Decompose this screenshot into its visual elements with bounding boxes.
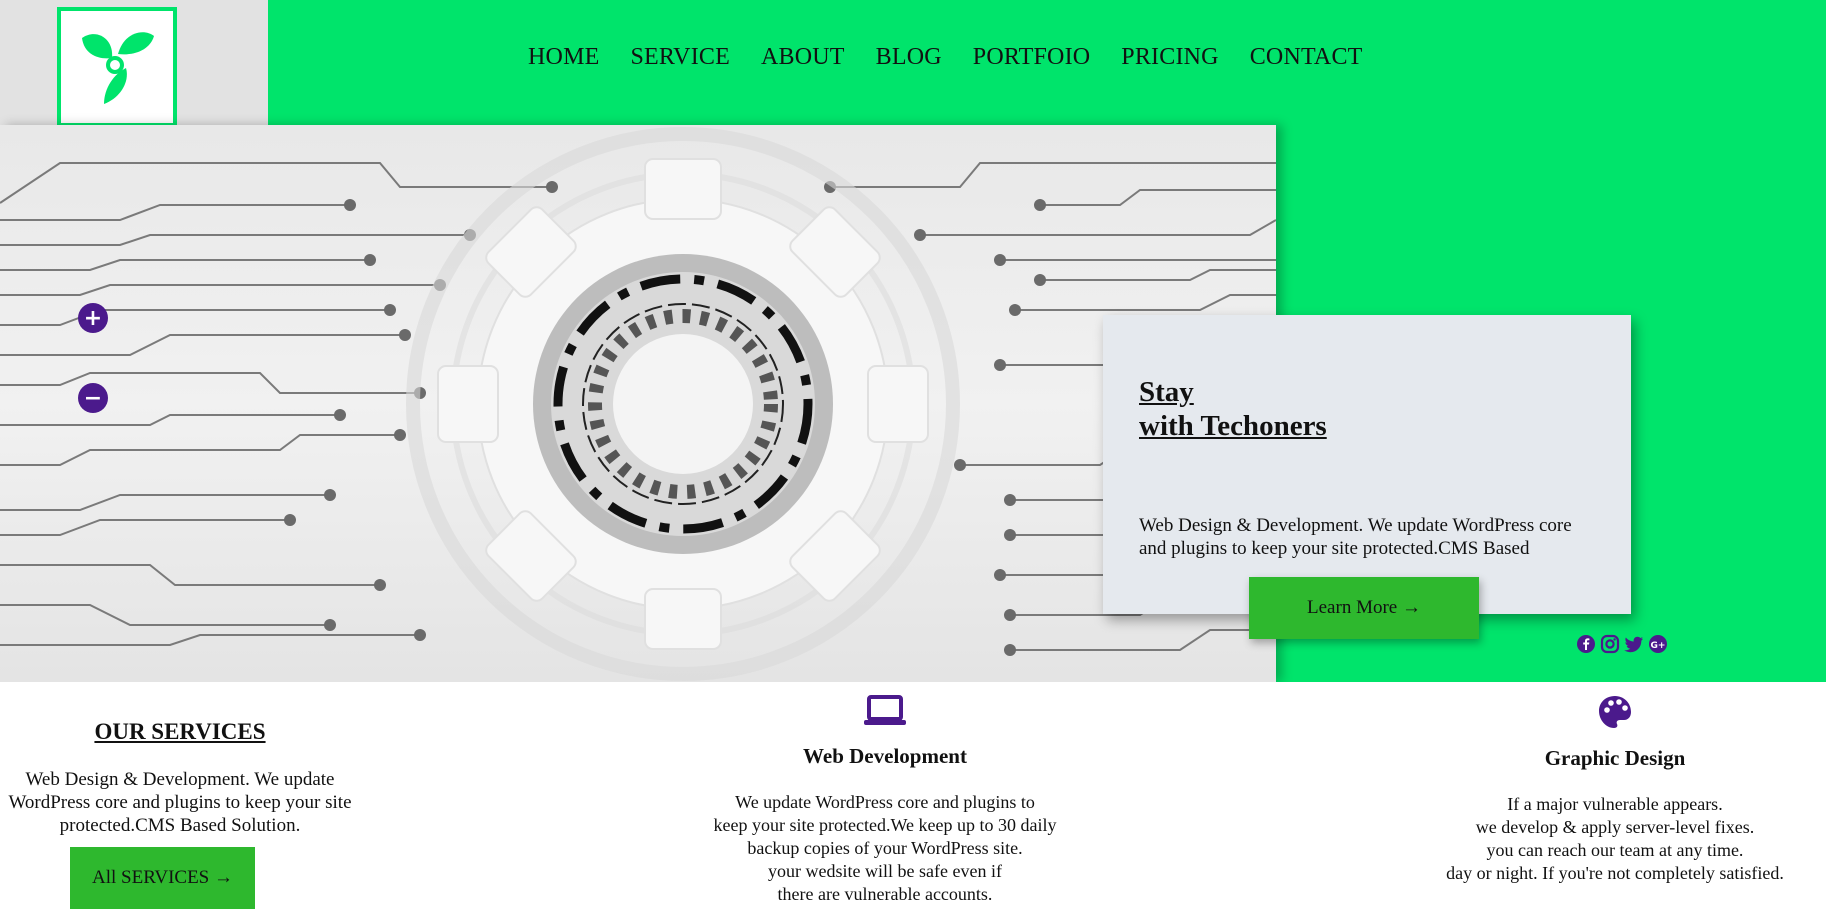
- services-heading: OUR SERVICES: [94, 719, 266, 744]
- leaf-logo-icon: [82, 32, 154, 104]
- nav-portfolio[interactable]: PORTFOIO: [973, 44, 1091, 71]
- hero-card: Stay with Techoners Web Design & Develop…: [1103, 315, 1631, 614]
- service-line: If a major vulnerable appears.: [1507, 794, 1723, 814]
- site-logo[interactable]: [57, 7, 177, 127]
- services-intro: Web Design & Development. We update Word…: [8, 769, 352, 836]
- service-web-development: Web Development We update WordPress core…: [660, 694, 1110, 906]
- twitter-icon[interactable]: [1624, 634, 1644, 654]
- service-line: We update WordPress core and plugins to: [735, 792, 1035, 812]
- instagram-icon[interactable]: [1600, 634, 1620, 654]
- hero-title: Stay with Techoners: [1139, 375, 1595, 443]
- service-line: there are vulnerable accounts.: [777, 884, 993, 904]
- service-line: you can reach our team at any time.: [1486, 840, 1744, 860]
- nav-contact[interactable]: CONTACT: [1250, 44, 1363, 71]
- facebook-icon[interactable]: [1576, 634, 1596, 654]
- zoom-out-button[interactable]: −: [78, 383, 108, 413]
- zoom-in-button[interactable]: +: [78, 303, 108, 333]
- services-section: OUR SERVICES Web Design & Development. W…: [0, 682, 1816, 922]
- nav-about[interactable]: ABOUT: [761, 44, 845, 71]
- service-title: Web Development: [803, 744, 967, 768]
- svg-text:G+: G+: [1651, 641, 1666, 651]
- nav-service[interactable]: SERVICE: [630, 44, 730, 71]
- google-plus-icon[interactable]: G+: [1648, 634, 1668, 654]
- hero-title-line2: with Techoners: [1139, 410, 1327, 442]
- all-services-button[interactable]: All SERVICES →: [70, 847, 255, 909]
- nav-pricing[interactable]: PRICING: [1121, 44, 1218, 71]
- service-line: we develop & apply server-level fixes.: [1475, 817, 1755, 837]
- service-line: backup copies of your WordPress site.: [747, 838, 1023, 858]
- laptop-icon: [864, 695, 906, 725]
- service-title: Graphic Design: [1544, 746, 1686, 770]
- circuit-gear-illustration: [0, 127, 1276, 681]
- social-links: G+: [1576, 634, 1668, 654]
- hero-card-text: Web Design & Development. We update Word…: [1139, 515, 1572, 559]
- palette-icon: [1599, 696, 1631, 728]
- service-line: your wedsite will be safe even if: [768, 861, 1002, 881]
- hero-title-line1: Stay: [1139, 376, 1194, 408]
- service-graphic-design: Graphic Design If a major vulnerable app…: [1410, 694, 1820, 885]
- learn-more-button[interactable]: Learn More →: [1249, 577, 1479, 639]
- hero-image: + −: [0, 125, 1276, 682]
- main-nav: HOME SERVICE ABOUT BLOG PORTFOIO PRICING…: [528, 44, 1363, 71]
- service-line: keep your site protected.We keep up to 3…: [713, 815, 1057, 835]
- nav-blog[interactable]: BLOG: [876, 44, 942, 71]
- service-line: day or night. If you're not completely s…: [1446, 863, 1784, 883]
- nav-home[interactable]: HOME: [528, 44, 599, 71]
